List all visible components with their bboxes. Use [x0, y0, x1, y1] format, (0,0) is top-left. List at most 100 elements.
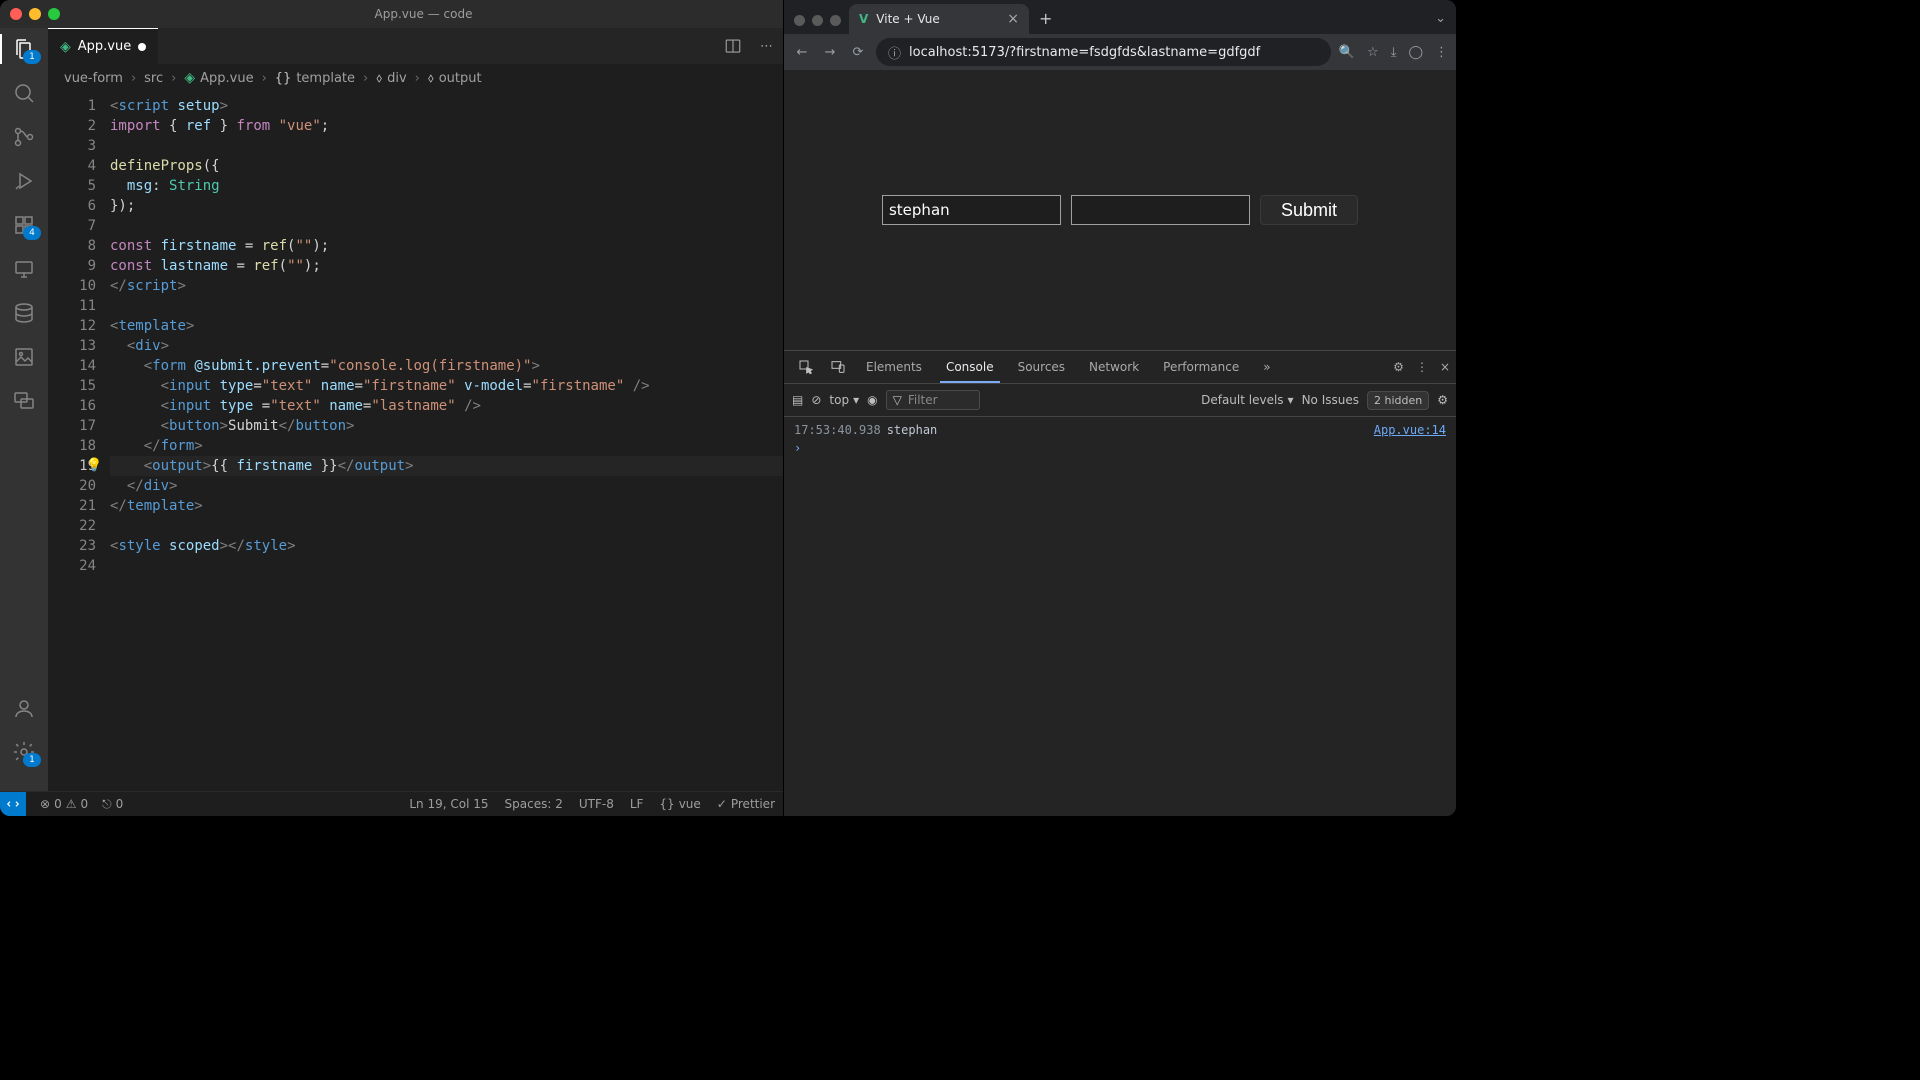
breadcrumb-item[interactable]: ◈ App.vue	[184, 70, 253, 86]
devtools-kebab-icon[interactable]: ⋮	[1416, 360, 1428, 374]
encoding[interactable]: UTF-8	[579, 797, 614, 811]
code-line[interactable]: <template>	[110, 316, 783, 336]
breadcrumb-item[interactable]: ⬨ output	[428, 71, 482, 86]
macos-traffic-lights[interactable]	[10, 8, 60, 20]
browser-max-icon[interactable]	[830, 15, 841, 26]
code-line[interactable]: });	[110, 196, 783, 216]
console-settings-icon[interactable]: ⚙	[1437, 393, 1448, 407]
code-line[interactable]	[110, 556, 783, 576]
code-editor[interactable]: 123456789101112131415161718192021222324 …	[48, 92, 783, 791]
devtools-tab-performance[interactable]: Performance	[1151, 352, 1251, 382]
search-icon[interactable]	[11, 80, 37, 106]
site-info-icon[interactable]: ⓘ	[888, 43, 901, 62]
console-output[interactable]: 17:53:40.938 stephan App.vue:14 ›	[784, 417, 1456, 816]
code-line[interactable]: import { ref } from "vue";	[110, 116, 783, 136]
bookmark-star-icon[interactable]: ☆	[1367, 45, 1379, 60]
language-mode[interactable]: {} vue	[659, 797, 700, 811]
device-toolbar-icon[interactable]	[822, 359, 854, 375]
run-debug-icon[interactable]	[11, 168, 37, 194]
firstname-input[interactable]	[882, 195, 1061, 225]
install-app-icon[interactable]: ⤓	[1391, 45, 1397, 60]
forward-icon[interactable]: →	[820, 45, 840, 60]
zoom-icon[interactable]: 🔍	[1339, 45, 1355, 60]
devtools-tab-network[interactable]: Network	[1077, 352, 1151, 382]
problems-counter[interactable]: ⊗0 ⚠0	[40, 797, 88, 811]
formatter-status[interactable]: ✓ Prettier	[717, 797, 775, 811]
code-line[interactable]: const lastname = ref("");	[110, 256, 783, 276]
close-tab-icon[interactable]: ×	[1007, 11, 1019, 27]
kebab-menu-icon[interactable]: ⋮	[1435, 45, 1448, 60]
code-line[interactable]: <button>Submit</button>	[110, 416, 783, 436]
clear-console-icon[interactable]: ⊘	[811, 393, 821, 407]
code-line[interactable]: <form @submit.prevent="console.log(first…	[110, 356, 783, 376]
minimize-window-icon[interactable]	[29, 8, 41, 20]
inspect-element-icon[interactable]	[790, 359, 822, 375]
chat-icon[interactable]	[11, 388, 37, 414]
code-line[interactable]: </form>	[110, 436, 783, 456]
code-line[interactable]: <div>	[110, 336, 783, 356]
browser-close-icon[interactable]	[794, 15, 805, 26]
console-log-row[interactable]: 17:53:40.938 stephan App.vue:14	[794, 423, 1446, 437]
code-line[interactable]: <style scoped></style>	[110, 536, 783, 556]
more-icon[interactable]: ⋯	[756, 35, 777, 58]
breadcrumb-item[interactable]: vue-form	[64, 71, 123, 86]
devtools-more-tabs-icon[interactable]: »	[1251, 352, 1282, 382]
back-icon[interactable]: ←	[792, 45, 812, 60]
source-control-icon[interactable]	[11, 124, 37, 150]
chevron-down-icon[interactable]: ⌄	[1425, 3, 1456, 34]
code-line[interactable]: <script setup>	[110, 96, 783, 116]
devtools-close-icon[interactable]: ×	[1440, 360, 1450, 374]
eol[interactable]: LF	[630, 797, 644, 811]
remote-indicator[interactable]	[0, 792, 26, 816]
code-line[interactable]	[110, 136, 783, 156]
lastname-input[interactable]	[1071, 195, 1250, 225]
remote-explorer-icon[interactable]	[11, 256, 37, 282]
console-filter-input[interactable]: ▽ Filter	[886, 390, 980, 410]
browser-tab[interactable]: V Vite + Vue ×	[849, 4, 1029, 34]
database-icon[interactable]	[11, 300, 37, 326]
close-window-icon[interactable]	[10, 8, 22, 20]
code-line[interactable]	[110, 216, 783, 236]
log-levels-selector[interactable]: Default levels▾	[1201, 393, 1293, 407]
log-source-link[interactable]: App.vue:14	[1374, 423, 1446, 437]
breadcrumb-item[interactable]: src	[144, 71, 163, 86]
tab-app-vue[interactable]: ◈ App.vue	[48, 28, 158, 64]
maximize-window-icon[interactable]	[48, 8, 60, 20]
code-line[interactable]: </template>	[110, 496, 783, 516]
settings-gear-icon[interactable]: 1	[11, 739, 37, 765]
breadcrumbs[interactable]: vue-form › src › ◈ App.vue › {} template…	[48, 64, 783, 92]
code-line[interactable]: const firstname = ref("");	[110, 236, 783, 256]
code-line[interactable]	[110, 516, 783, 536]
issues-counter[interactable]: No Issues	[1302, 393, 1359, 407]
ports-counter[interactable]: ⎋0	[102, 797, 123, 812]
extensions-icon[interactable]: 4	[11, 212, 37, 238]
hidden-messages[interactable]: 2 hidden	[1367, 391, 1429, 410]
devtools-tab-sources[interactable]: Sources	[1006, 352, 1077, 382]
console-sidebar-toggle-icon[interactable]: ▤	[792, 393, 803, 407]
address-bar[interactable]: ⓘ localhost:5173/?firstname=fsdgfds&last…	[876, 38, 1331, 66]
devtools-tab-elements[interactable]: Elements	[854, 352, 934, 382]
code-line[interactable]: defineProps({	[110, 156, 783, 176]
browser-min-icon[interactable]	[812, 15, 823, 26]
code-line[interactable]: 💡 <output>{{ firstname }}</output>	[110, 456, 783, 476]
lightbulb-icon[interactable]: 💡	[86, 456, 102, 476]
split-editor-icon[interactable]	[720, 33, 746, 59]
submit-button[interactable]: Submit	[1260, 195, 1358, 225]
explorer-icon[interactable]: 1	[11, 36, 37, 62]
indent-setting[interactable]: Spaces: 2	[505, 797, 563, 811]
devtools-tab-console[interactable]: Console	[934, 352, 1006, 382]
reload-icon[interactable]: ⟳	[848, 45, 868, 60]
image-icon[interactable]	[11, 344, 37, 370]
breadcrumb-item[interactable]: {} template	[275, 71, 355, 86]
code-line[interactable]: msg: String	[110, 176, 783, 196]
code-line[interactable]: </div>	[110, 476, 783, 496]
live-expression-icon[interactable]: ◉	[867, 393, 877, 407]
cursor-position[interactable]: Ln 19, Col 15	[409, 797, 488, 811]
new-tab-button[interactable]: +	[1029, 3, 1062, 34]
code-line[interactable]: </script>	[110, 276, 783, 296]
code-line[interactable]: <input type="text" name="firstname" v-mo…	[110, 376, 783, 396]
breadcrumb-item[interactable]: ⬨ div	[376, 71, 406, 86]
console-prompt-icon[interactable]: ›	[794, 441, 1446, 455]
browser-traffic-lights[interactable]	[792, 15, 849, 34]
profile-icon[interactable]: ◯	[1408, 45, 1423, 60]
